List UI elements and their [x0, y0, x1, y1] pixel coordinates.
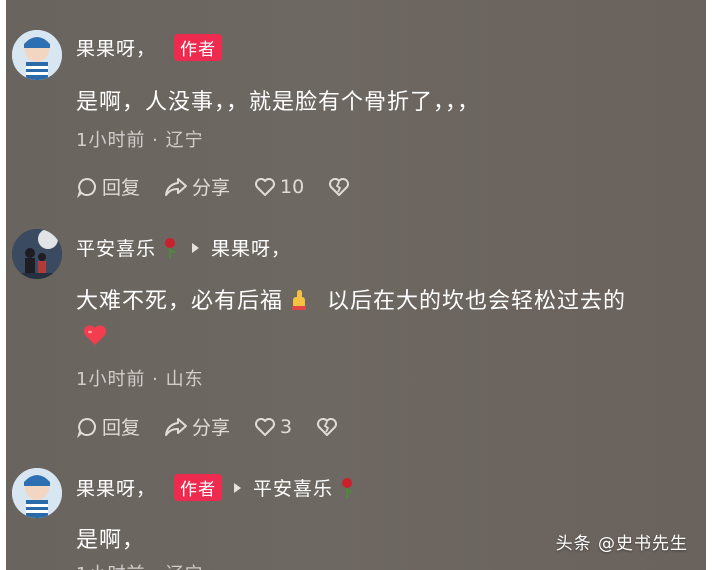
comment-meta: 1小时前 · 山东 — [76, 369, 204, 390]
comment-bubble-icon — [77, 177, 96, 198]
share-label: 分享 — [192, 417, 231, 439]
comment-meta: 1小时前 · 辽宁 — [76, 560, 204, 570]
like-button[interactable]: 3 — [254, 416, 292, 438]
reply-to-name[interactable]: 平安喜乐 — [253, 474, 333, 501]
like-button[interactable]: 10 — [254, 176, 304, 198]
commenter-name[interactable]: 果果呀， — [76, 34, 156, 61]
reply-arrow-icon — [234, 482, 242, 493]
broken-heart-icon — [317, 417, 338, 436]
like-count: 3 — [280, 415, 293, 438]
reply-label: 回复 — [102, 417, 141, 439]
share-icon — [165, 177, 188, 196]
rose-icon — [342, 477, 353, 498]
heart-icon — [255, 417, 276, 436]
avatar[interactable] — [12, 30, 62, 80]
comment-text: 大难不死，必有后福 以后在大的坎也会轻松过去的 — [76, 283, 626, 315]
rose-icon — [165, 237, 176, 258]
reply-button[interactable]: 回复 — [76, 413, 140, 440]
reply-label: 回复 — [102, 177, 141, 199]
comment-text: 是啊， — [76, 528, 146, 553]
author-badge: 作者 — [174, 474, 223, 501]
dislike-button[interactable] — [328, 176, 350, 198]
share-icon — [165, 417, 188, 436]
comment-text-part2: 以后在大的坎也会轻松过去的 — [327, 289, 627, 314]
dislike-button[interactable] — [316, 416, 338, 438]
comment-text-part1: 大难不死，必有后福 — [76, 289, 284, 314]
like-count: 10 — [280, 175, 305, 198]
reply-button[interactable]: 回复 — [76, 173, 140, 200]
reply-arrow-icon — [192, 242, 200, 253]
comment-text: 是啊，人没事，，就是脸有个骨折了，，， — [76, 90, 481, 115]
commenter-name[interactable]: 平安喜乐 — [76, 234, 156, 261]
share-button[interactable]: 分享 — [164, 413, 230, 440]
comment-feed: 果果呀， 作者 是啊，人没事，，就是脸有个骨折了，，， 1小时前 · 辽宁 回复… — [6, 0, 706, 570]
avatar[interactable] — [12, 468, 62, 518]
author-badge: 作者 — [174, 34, 223, 61]
broken-heart-icon — [329, 177, 350, 196]
share-button[interactable]: 分享 — [164, 173, 230, 200]
share-label: 分享 — [192, 177, 231, 199]
comment-meta: 1小时前 · 辽宁 — [76, 130, 204, 151]
commenter-name[interactable]: 果果呀， — [76, 474, 156, 501]
comment-bubble-icon — [77, 417, 96, 438]
watermark: 头条 @史书先生 — [555, 534, 688, 554]
reply-to-name[interactable]: 果果呀， — [211, 234, 291, 261]
heart-icon — [255, 177, 276, 196]
avatar[interactable] — [12, 229, 62, 279]
thumbs-up-emoji-icon — [292, 290, 307, 310]
red-heart-emoji-icon — [83, 325, 107, 345]
